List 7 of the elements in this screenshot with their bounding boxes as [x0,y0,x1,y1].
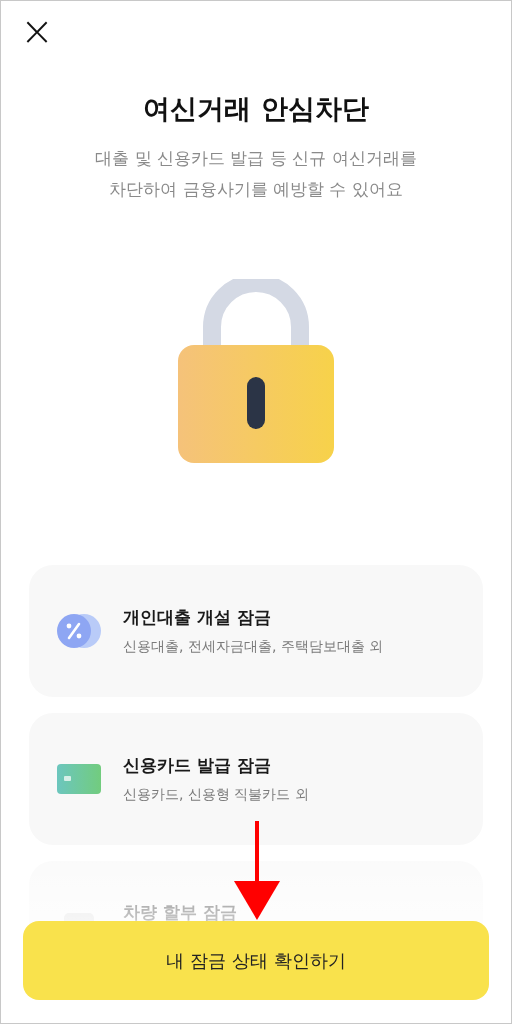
description: 대출 및 신용카드 발급 등 신규 여신거래를 차단하여 금융사기를 예방할 수 있어요 [94,147,418,201]
option-title: 차량 할부 잠금 [123,901,237,923]
option-title: 개인대출 개설 잠금 [123,606,272,628]
page-title: 여신거래 안심차단 [142,92,370,126]
option-subtitle: 신용카드, 신용형 직불카드 외 [123,785,309,804]
option-subtitle: 신용대출, 전세자금대출, 주택담보대출 외 [123,637,384,656]
option-title: 신용카드 발급 잠금 [123,754,272,776]
